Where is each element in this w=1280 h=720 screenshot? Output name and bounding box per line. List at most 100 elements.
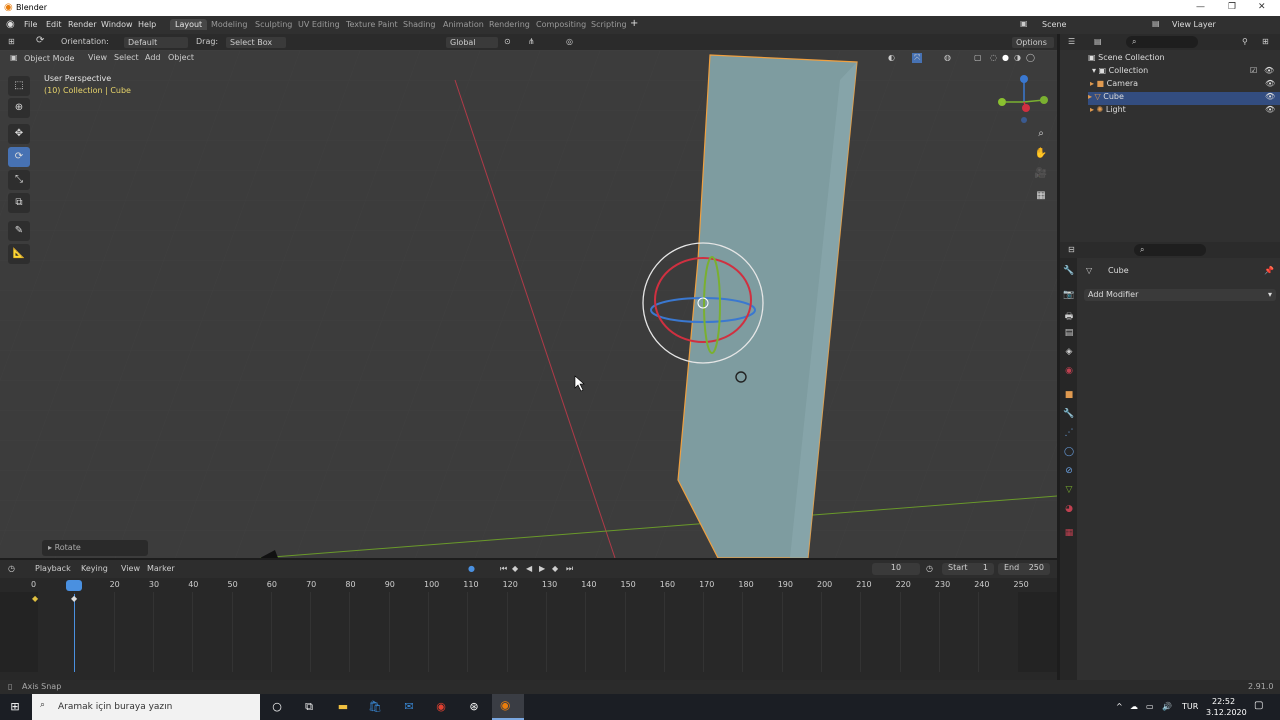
pin-icon[interactable]: 📌 <box>1264 266 1274 275</box>
display-mode-icon[interactable]: ▤ <box>1094 37 1102 46</box>
tab-sculpting[interactable]: Sculpting <box>250 19 297 30</box>
menu-edit[interactable]: Edit <box>46 20 62 29</box>
menu-window[interactable]: Window <box>101 20 133 29</box>
notifications-icon[interactable]: ▢ <box>1254 700 1263 711</box>
orientation-dropdown[interactable]: Default <box>124 37 188 48</box>
camera-view-icon[interactable]: 🎥 <box>1032 168 1050 186</box>
pivot-icon[interactable]: ⊙ <box>504 37 511 46</box>
restore-icon[interactable]: ❐ <box>1228 2 1236 12</box>
start-icon[interactable]: ⊞ <box>6 698 24 716</box>
scene-properties-icon[interactable]: ◈ <box>1062 347 1076 361</box>
language-indicator[interactable]: TUR <box>1182 702 1198 711</box>
3d-viewport[interactable]: ▣ Object Mode View Select Add Object ◐ ⤧… <box>0 50 1057 558</box>
app-icon[interactable]: ⊛ <box>465 698 483 716</box>
ortho-toggle-icon[interactable]: ▦ <box>1032 190 1050 208</box>
new-collection-icon[interactable]: ⊞ <box>1262 37 1269 46</box>
scene-icon[interactable]: ▣ <box>1020 19 1028 28</box>
checkbox-icon[interactable]: ☑ <box>1250 66 1257 75</box>
tab-shading[interactable]: Shading <box>398 19 441 30</box>
outliner-search-input[interactable]: ⌕ <box>1126 36 1198 48</box>
xray-icon[interactable]: ▢ <box>974 53 982 62</box>
move-tool-button[interactable]: ✥ <box>8 124 30 144</box>
navigation-gizmo[interactable] <box>996 72 1056 126</box>
taskbar-date[interactable]: 3.12.2020 <box>1206 708 1247 717</box>
viewport-menu-object[interactable]: Object <box>168 53 194 62</box>
taskbar-search-box[interactable]: ⌕ Aramak için buraya yazın <box>32 694 260 720</box>
playhead-marker[interactable] <box>66 580 82 591</box>
output-properties-icon[interactable]: 🖶 <box>1062 309 1076 323</box>
texture-properties-icon[interactable]: ▦ <box>1062 528 1076 542</box>
outliner-row-camera[interactable]: ▸ ■ Camera 👁 <box>1090 79 1280 92</box>
close-icon[interactable]: ✕ <box>1258 2 1266 12</box>
menu-file[interactable]: File <box>24 20 37 29</box>
file-explorer-icon[interactable]: ▬ <box>334 698 352 716</box>
gizmo-toggle-icon[interactable]: ⤧ <box>912 53 923 63</box>
shading-rendered-icon[interactable]: ◯ <box>1026 53 1035 62</box>
cursor-tool-button[interactable]: ⊕ <box>8 98 30 118</box>
chrome-icon[interactable]: ◉ <box>432 698 450 716</box>
material-properties-icon[interactable]: ◕ <box>1062 504 1076 518</box>
outliner-row-scene-collection[interactable]: ▣ Scene Collection <box>1088 53 1280 66</box>
visibility-icon[interactable]: ◐ <box>888 53 895 62</box>
scene-name[interactable]: Scene <box>1042 20 1066 29</box>
blender-taskbar-button[interactable]: ◉ <box>492 694 524 720</box>
tab-modeling[interactable]: Modeling <box>206 19 252 30</box>
editor-type-icon[interactable]: ⊞ <box>8 37 15 46</box>
outliner-row-light[interactable]: ▸ ✺ Light 👁 <box>1090 105 1280 118</box>
task-view-icon[interactable]: ⧉ <box>300 698 318 716</box>
store-icon[interactable]: 🛍 <box>366 698 384 716</box>
transform-orientation-dropdown[interactable]: Global <box>446 37 498 48</box>
keyframe-icon[interactable]: ◆ <box>71 594 77 603</box>
rotate-tool-button[interactable]: ⟳ <box>8 147 30 167</box>
physics-icon[interactable]: ◯ <box>1062 447 1076 461</box>
data-properties-icon[interactable]: ▽ <box>1062 485 1076 499</box>
eye-icon[interactable]: 👁 <box>1265 92 1275 101</box>
onedrive-icon[interactable]: ☁ <box>1130 702 1138 711</box>
menu-render[interactable]: Render <box>68 20 96 29</box>
volume-icon[interactable]: 🔊 <box>1162 702 1172 711</box>
outliner-row-cube[interactable]: ▸ ▽ Cube 👁 <box>1088 92 1280 105</box>
transform-tool-button[interactable]: ⧉ <box>8 193 30 213</box>
scale-tool-button[interactable]: ⤡ <box>8 170 30 190</box>
mode-dropdown[interactable]: Object Mode <box>20 53 80 64</box>
viewport-menu-select[interactable]: Select <box>114 53 139 62</box>
select-tool-button[interactable]: ⬚ <box>8 76 30 96</box>
filter-icon[interactable]: ⚲ <box>1242 37 1248 46</box>
constraints-icon[interactable]: ⊘ <box>1062 466 1076 480</box>
annotate-tool-button[interactable]: ✎ <box>8 221 30 241</box>
outliner-editor-icon[interactable]: ☰ <box>1068 37 1075 46</box>
options-dropdown[interactable]: Options <box>1012 37 1054 48</box>
wrench-icon[interactable]: 🔧 <box>1062 409 1076 423</box>
mail-icon[interactable]: ✉ <box>400 698 418 716</box>
shading-solid-icon[interactable]: ● <box>1002 53 1009 62</box>
shading-wireframe-icon[interactable]: ◌ <box>990 53 997 62</box>
tab-rendering[interactable]: Rendering <box>484 19 535 30</box>
tab-animation[interactable]: Animation <box>438 19 489 30</box>
keyframe-icon[interactable]: ◆ <box>32 594 38 603</box>
tab-scripting[interactable]: Scripting <box>586 19 632 30</box>
proportional-edit-icon[interactable]: ◎ <box>566 37 573 46</box>
eye-icon[interactable]: 👁 <box>1265 105 1275 114</box>
properties-editor-icon[interactable]: ⊟ <box>1068 245 1075 254</box>
object-properties-icon[interactable]: ■ <box>1062 390 1076 404</box>
taskbar-time[interactable]: 22:52 <box>1212 697 1235 706</box>
cortana-icon[interactable]: ○ <box>268 698 286 716</box>
active-tool-icon[interactable]: ⟳ <box>36 35 44 46</box>
add-workspace-icon[interactable]: + <box>630 18 638 29</box>
drag-dropdown[interactable]: Select Box <box>226 37 286 48</box>
render-properties-icon[interactable]: 📷 <box>1062 290 1076 304</box>
measure-tool-button[interactable]: 📐 <box>8 244 30 264</box>
playhead-line[interactable] <box>74 594 75 672</box>
tab-texture-paint[interactable]: Texture Paint <box>341 19 403 30</box>
shading-material-icon[interactable]: ◑ <box>1014 53 1021 62</box>
tab-layout[interactable]: Layout <box>170 19 208 30</box>
timeline-editor[interactable]: ◷ Playback Keying View Marker ● ⏮ ◆ ◀ ▶ … <box>0 560 1057 680</box>
particles-icon[interactable]: ⋰ <box>1062 428 1076 442</box>
overlay-icon[interactable]: ◍ <box>944 53 951 62</box>
network-icon[interactable]: ▭ <box>1146 702 1154 711</box>
view-layer-icon[interactable]: ▤ <box>1152 19 1160 28</box>
properties-search-input[interactable]: ⌕ <box>1134 244 1206 256</box>
menu-help[interactable]: Help <box>138 20 156 29</box>
tab-uv-editing[interactable]: UV Editing <box>293 19 345 30</box>
minimize-icon[interactable]: — <box>1196 2 1205 12</box>
